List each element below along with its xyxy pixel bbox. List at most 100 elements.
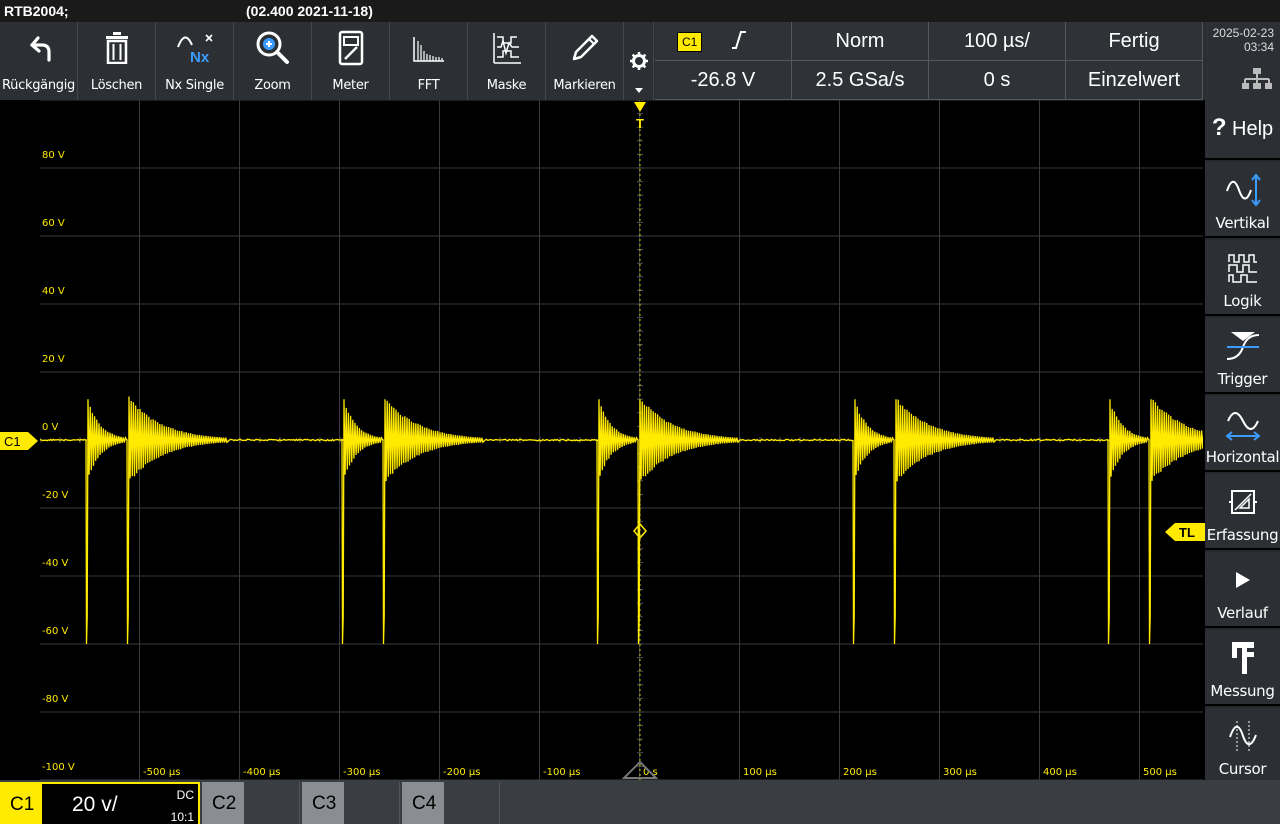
channel-bar: C1 20 v/ DC 10:1 C2 C3 C4 xyxy=(0,780,1280,824)
y-axis-label: -100 V xyxy=(42,762,75,773)
delete-label: Löschen xyxy=(78,78,155,93)
channel-offset-marker[interactable]: C1 xyxy=(0,431,40,451)
vertical-label: Vertikal xyxy=(1205,214,1280,232)
x-axis-label: -400 µs xyxy=(243,767,280,778)
caliper-icon xyxy=(1205,640,1280,676)
date-text: 2025-02-23 xyxy=(1205,26,1274,40)
channel-1-probe: 10:1 xyxy=(171,810,194,824)
fft-icon xyxy=(390,30,467,66)
settings-button[interactable] xyxy=(624,22,654,100)
sample-rate-cell[interactable]: 2.5 GSa/s xyxy=(792,61,929,100)
delete-button[interactable]: Löschen xyxy=(78,22,156,100)
trigger-level-cell[interactable]: -26.8 V xyxy=(655,61,792,100)
acquisition-mode-cell[interactable]: Einzelwert xyxy=(1066,61,1203,100)
right-menu-panel: ? Help Vertikal Logik Trigger Horizontal… xyxy=(1205,100,1280,784)
channel-1-label: C1 xyxy=(10,794,34,816)
channel-1-coupling: DC xyxy=(177,788,194,802)
help-button[interactable]: ? Help xyxy=(1205,100,1280,160)
zoom-icon xyxy=(234,30,311,66)
trigger-mode-cell[interactable]: Norm xyxy=(792,22,929,61)
instrument-model: RTB2004; xyxy=(4,3,69,19)
channel-4-tab[interactable]: C4 xyxy=(402,782,444,824)
y-axis-label: 60 V xyxy=(42,218,65,229)
channel-marker-text: C1 xyxy=(4,434,21,449)
x-axis-label: -300 µs xyxy=(343,767,380,778)
x-axis-label: 300 µs xyxy=(943,767,977,778)
channel-1-scale: 20 v/ xyxy=(72,793,118,817)
horizontal-icon xyxy=(1205,406,1280,442)
gear-icon xyxy=(630,52,648,75)
date-time-display: 2025-02-23 03:34 xyxy=(1205,22,1280,100)
timebase-cell[interactable]: 100 µs/ xyxy=(929,22,1066,61)
x-axis-label: -200 µs xyxy=(443,767,480,778)
scope-display[interactable]: 80 V 60 V 40 V 20 V 0 V -20 V -40 V -60 V -80 V -… xyxy=(40,100,1203,780)
help-label: Help xyxy=(1232,118,1273,140)
y-axis-label: 0 V xyxy=(42,422,59,433)
nx-icon-text: Nx xyxy=(190,49,210,65)
acquisition-icon xyxy=(1205,484,1280,520)
channel-4-settings[interactable] xyxy=(444,782,500,824)
network-icon xyxy=(1242,68,1272,93)
mask-button[interactable]: Maske xyxy=(468,22,546,100)
channel-3-tab[interactable]: C3 xyxy=(302,782,344,824)
channel-2-tab[interactable]: C2 xyxy=(202,782,244,824)
y-axis-label: 40 V xyxy=(42,286,65,297)
channel-2-label: C2 xyxy=(212,793,236,815)
trigger-label: Trigger xyxy=(1205,370,1280,388)
measure-button[interactable]: Messung xyxy=(1205,630,1280,706)
x-axis-label: 100 µs xyxy=(743,767,777,778)
x-axis-label: 500 µs xyxy=(1143,767,1177,778)
question-icon: ? xyxy=(1212,114,1227,141)
toolbar: Rückgängig Löschen Nx Nx Single Zoom Met… xyxy=(0,22,1280,100)
title-bar: RTB2004; (02.400 2021-11-18) xyxy=(0,0,1280,22)
trigger-button[interactable]: Trigger xyxy=(1205,318,1280,394)
undo-button[interactable]: Rückgängig xyxy=(0,22,78,100)
menu-dropdown-icon xyxy=(635,88,643,93)
zoom-button[interactable]: Zoom xyxy=(234,22,312,100)
meter-button[interactable]: Meter xyxy=(312,22,390,100)
measure-label: Messung xyxy=(1205,682,1280,700)
mask-label: Maske xyxy=(468,78,545,93)
mark-button[interactable]: Markieren xyxy=(546,22,624,100)
firmware-version: (02.400 2021-11-18) xyxy=(246,3,373,19)
trash-icon xyxy=(78,30,155,66)
trigger-icon xyxy=(1205,328,1280,364)
acquisition-state-cell[interactable]: Fertig xyxy=(1066,22,1203,61)
help-row: ? Help xyxy=(1205,114,1280,142)
time-offset-cell[interactable]: 0 s xyxy=(929,61,1066,100)
nx-single-button[interactable]: Nx Nx Single xyxy=(156,22,234,100)
trigger-level-marker[interactable]: TL xyxy=(1163,522,1205,542)
logic-button[interactable]: Logik xyxy=(1205,240,1280,316)
trigger-level-marker-text: TL xyxy=(1179,525,1195,540)
y-axis-label: 80 V xyxy=(42,150,65,161)
fft-button[interactable]: FFT xyxy=(390,22,468,100)
history-button[interactable]: Verlauf xyxy=(1205,552,1280,628)
acquisition-label: Erfassung xyxy=(1205,526,1280,544)
undo-label: Rückgängig xyxy=(0,78,77,93)
nx-single-label: Nx Single xyxy=(156,78,233,93)
channel-3-settings[interactable] xyxy=(344,782,400,824)
time-text: 03:34 xyxy=(1205,40,1274,54)
channel-4-label: C4 xyxy=(412,793,436,815)
undo-icon xyxy=(0,30,77,66)
horizontal-button[interactable]: Horizontal xyxy=(1205,396,1280,472)
x-axis-label: -500 µs xyxy=(143,767,180,778)
acquisition-button[interactable]: Erfassung xyxy=(1205,474,1280,550)
trigger-source-cell[interactable]: C1 xyxy=(655,22,792,61)
y-axis-label: 20 V xyxy=(42,354,65,365)
logic-label: Logik xyxy=(1205,292,1280,310)
channel-1-tab[interactable]: C1 xyxy=(0,782,42,824)
x-axis-label: -100 µs xyxy=(543,767,580,778)
fft-label: FFT xyxy=(390,78,467,93)
play-icon xyxy=(1205,562,1280,598)
y-axis-label: -80 V xyxy=(42,694,69,705)
vertical-button[interactable]: Vertikal xyxy=(1205,162,1280,238)
x-axis-label: 400 µs xyxy=(1043,767,1077,778)
channel-1-settings[interactable]: 20 v/ DC 10:1 xyxy=(42,782,200,824)
cursor-icon xyxy=(1205,718,1280,754)
channel-2-settings[interactable] xyxy=(244,782,300,824)
meter-label: Meter xyxy=(312,78,389,93)
cursor-button[interactable]: Cursor xyxy=(1205,708,1280,784)
rising-edge-icon xyxy=(730,30,748,56)
trigger-channel-badge: C1 xyxy=(677,32,702,52)
